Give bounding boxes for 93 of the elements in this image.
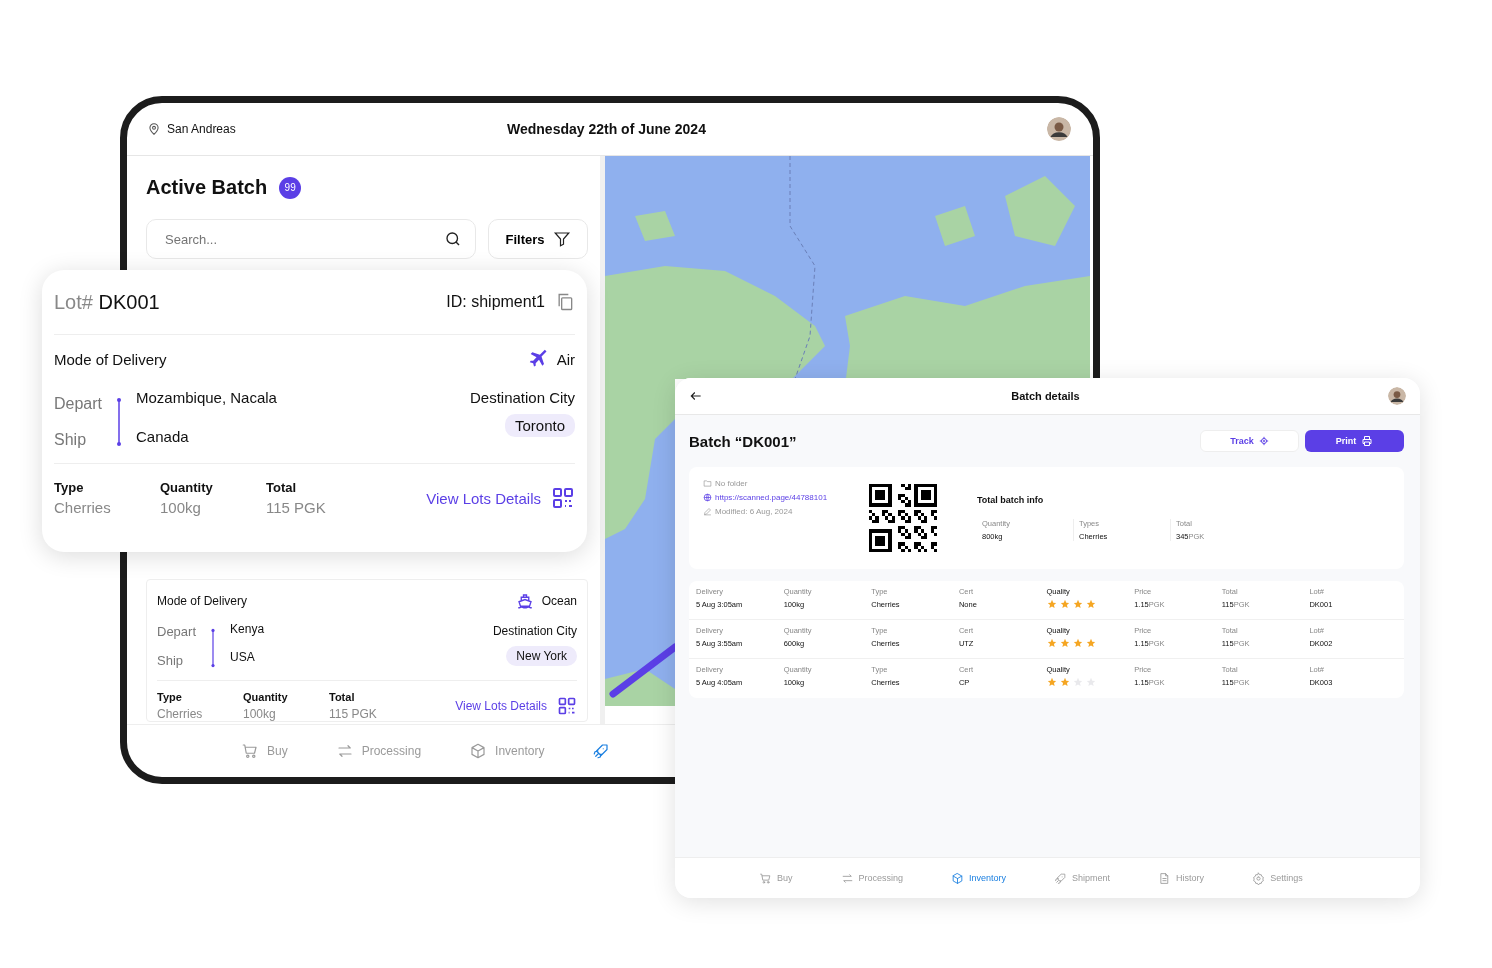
destination-label: Destination City xyxy=(492,624,577,638)
star-icon xyxy=(1059,677,1070,687)
globe-icon xyxy=(703,493,712,502)
nav-tab[interactable]: Processing xyxy=(836,867,908,889)
shipment-card[interactable]: Mode of Delivery Ocean Depart Ship Kenya USA Destination City New York Type Cherries Quantity 100kg Total 115 PGK View Lots Details xyxy=(146,579,588,722)
location-pin-icon xyxy=(147,122,161,136)
target-icon xyxy=(1258,436,1269,446)
star-icon xyxy=(1046,677,1057,687)
depart-value: Mozambique, Nacala xyxy=(136,389,277,406)
lot-number: Lot# DK001 xyxy=(54,290,160,314)
star-icon xyxy=(1046,599,1057,609)
modified-date: Modified: 6 Aug, 2024 xyxy=(715,507,793,516)
qr-icon[interactable] xyxy=(557,696,577,716)
star-icon xyxy=(1085,638,1096,648)
type-label: Type xyxy=(157,691,183,703)
type-value: Cherries xyxy=(54,499,112,516)
quantity-label: Quantity xyxy=(160,480,214,495)
destination-tag: New York xyxy=(506,646,577,666)
total-value: 115 PGK xyxy=(329,707,378,721)
lot-card[interactable]: Lot# DK001 ID: shipment1 Mode of Delivery Air Depart Ship Mozambique, Nacala Canada Destination City Toronto Type Cherries Quantity 100kg Total 115 PGK View Lots Details xyxy=(42,270,587,552)
cube-icon xyxy=(951,871,965,885)
type-value: Cherries xyxy=(157,707,204,721)
ship-label: Ship xyxy=(157,653,185,668)
funnel-icon xyxy=(552,230,571,248)
route-line-icon xyxy=(116,397,123,447)
url-link[interactable]: https://scanned.page/44788101 xyxy=(715,493,828,502)
ship-label: Ship xyxy=(54,431,88,449)
back-arrow-icon[interactable] xyxy=(689,389,703,403)
qr-code-drawing xyxy=(869,484,937,552)
cart-icon xyxy=(241,742,259,760)
settings-icon xyxy=(1252,871,1266,885)
date-title: Wednesday 22th of June 2024 xyxy=(507,121,707,137)
nav-tab[interactable]: Inventory xyxy=(947,867,1011,889)
depart-label: Depart xyxy=(54,395,103,413)
repeat-arrows-icon xyxy=(840,871,854,885)
pencil-icon xyxy=(703,507,712,516)
star-icon xyxy=(1072,638,1083,648)
airplane-icon xyxy=(528,349,549,369)
nav-tab[interactable]: Buy xyxy=(237,738,292,764)
print-button[interactable]: Print xyxy=(1305,430,1404,452)
folder-label: No folder xyxy=(715,479,748,488)
view-lots-link[interactable]: View Lots Details xyxy=(455,699,547,713)
ship-icon xyxy=(515,592,534,610)
filters-button[interactable]: Filters xyxy=(488,219,588,259)
track-button[interactable]: Track xyxy=(1200,430,1299,452)
ship-value: USA xyxy=(230,650,256,664)
type-label: Type xyxy=(54,480,85,495)
total-value: 115 PGK xyxy=(266,499,327,516)
info-title: Total batch info xyxy=(977,495,1044,505)
avatar-icon[interactable] xyxy=(1047,117,1071,141)
nav-tab[interactable]: Shipment xyxy=(1050,867,1115,889)
nav-tab[interactable]: Processing xyxy=(331,738,426,764)
printer-icon xyxy=(1361,435,1374,447)
nav-tab[interactable]: Inventory xyxy=(465,738,549,764)
mode-label: Mode of Delivery xyxy=(54,350,167,368)
quantity-value: 100kg xyxy=(243,707,277,721)
shipment-id: ID: shipment1 xyxy=(446,293,545,311)
rocket-icon xyxy=(1054,871,1068,885)
folder-icon xyxy=(703,479,712,488)
mode-value: Air xyxy=(556,350,575,368)
mode-label: Mode of Delivery xyxy=(157,594,248,608)
mode-value: Ocean xyxy=(541,594,577,608)
avatar-icon[interactable] xyxy=(1388,387,1406,405)
quantity-value: 100kg xyxy=(160,499,202,516)
nav-tab[interactable]: Buy xyxy=(755,867,797,889)
cube-icon xyxy=(469,742,488,760)
depart-value: Kenya xyxy=(230,622,265,636)
route-line-icon xyxy=(210,628,217,668)
qr-icon[interactable] xyxy=(551,486,575,510)
view-lots-link[interactable]: View Lots Details xyxy=(426,489,541,507)
nav-tab[interactable]: History xyxy=(1154,867,1209,889)
cart-icon xyxy=(759,871,772,885)
star-icon xyxy=(1059,599,1070,609)
total-label: Total xyxy=(329,691,356,703)
star-icon xyxy=(1059,638,1070,648)
total-label: Total xyxy=(266,480,298,495)
location-label: San Andreas xyxy=(167,122,236,136)
page-title: Active Batch xyxy=(146,176,268,199)
destination-label: Destination City xyxy=(469,389,575,406)
star-icon xyxy=(1072,599,1083,609)
panel-title: Batch details xyxy=(1010,390,1081,402)
search-field[interactable]: Search... xyxy=(146,219,476,259)
search-icon xyxy=(444,230,462,248)
star-icon xyxy=(1085,599,1096,609)
destination-tag: Toronto xyxy=(504,414,575,437)
nav-tab[interactable]: Settings xyxy=(1248,867,1307,889)
count-badge: 99 xyxy=(279,176,302,199)
depart-label: Depart xyxy=(157,624,197,639)
star-icon xyxy=(1046,638,1057,648)
batch-heading: Batch “DK001” xyxy=(689,432,797,450)
quantity-label: Quantity xyxy=(243,691,289,703)
rocket-icon xyxy=(592,742,611,760)
ship-value: Canada xyxy=(136,428,190,445)
